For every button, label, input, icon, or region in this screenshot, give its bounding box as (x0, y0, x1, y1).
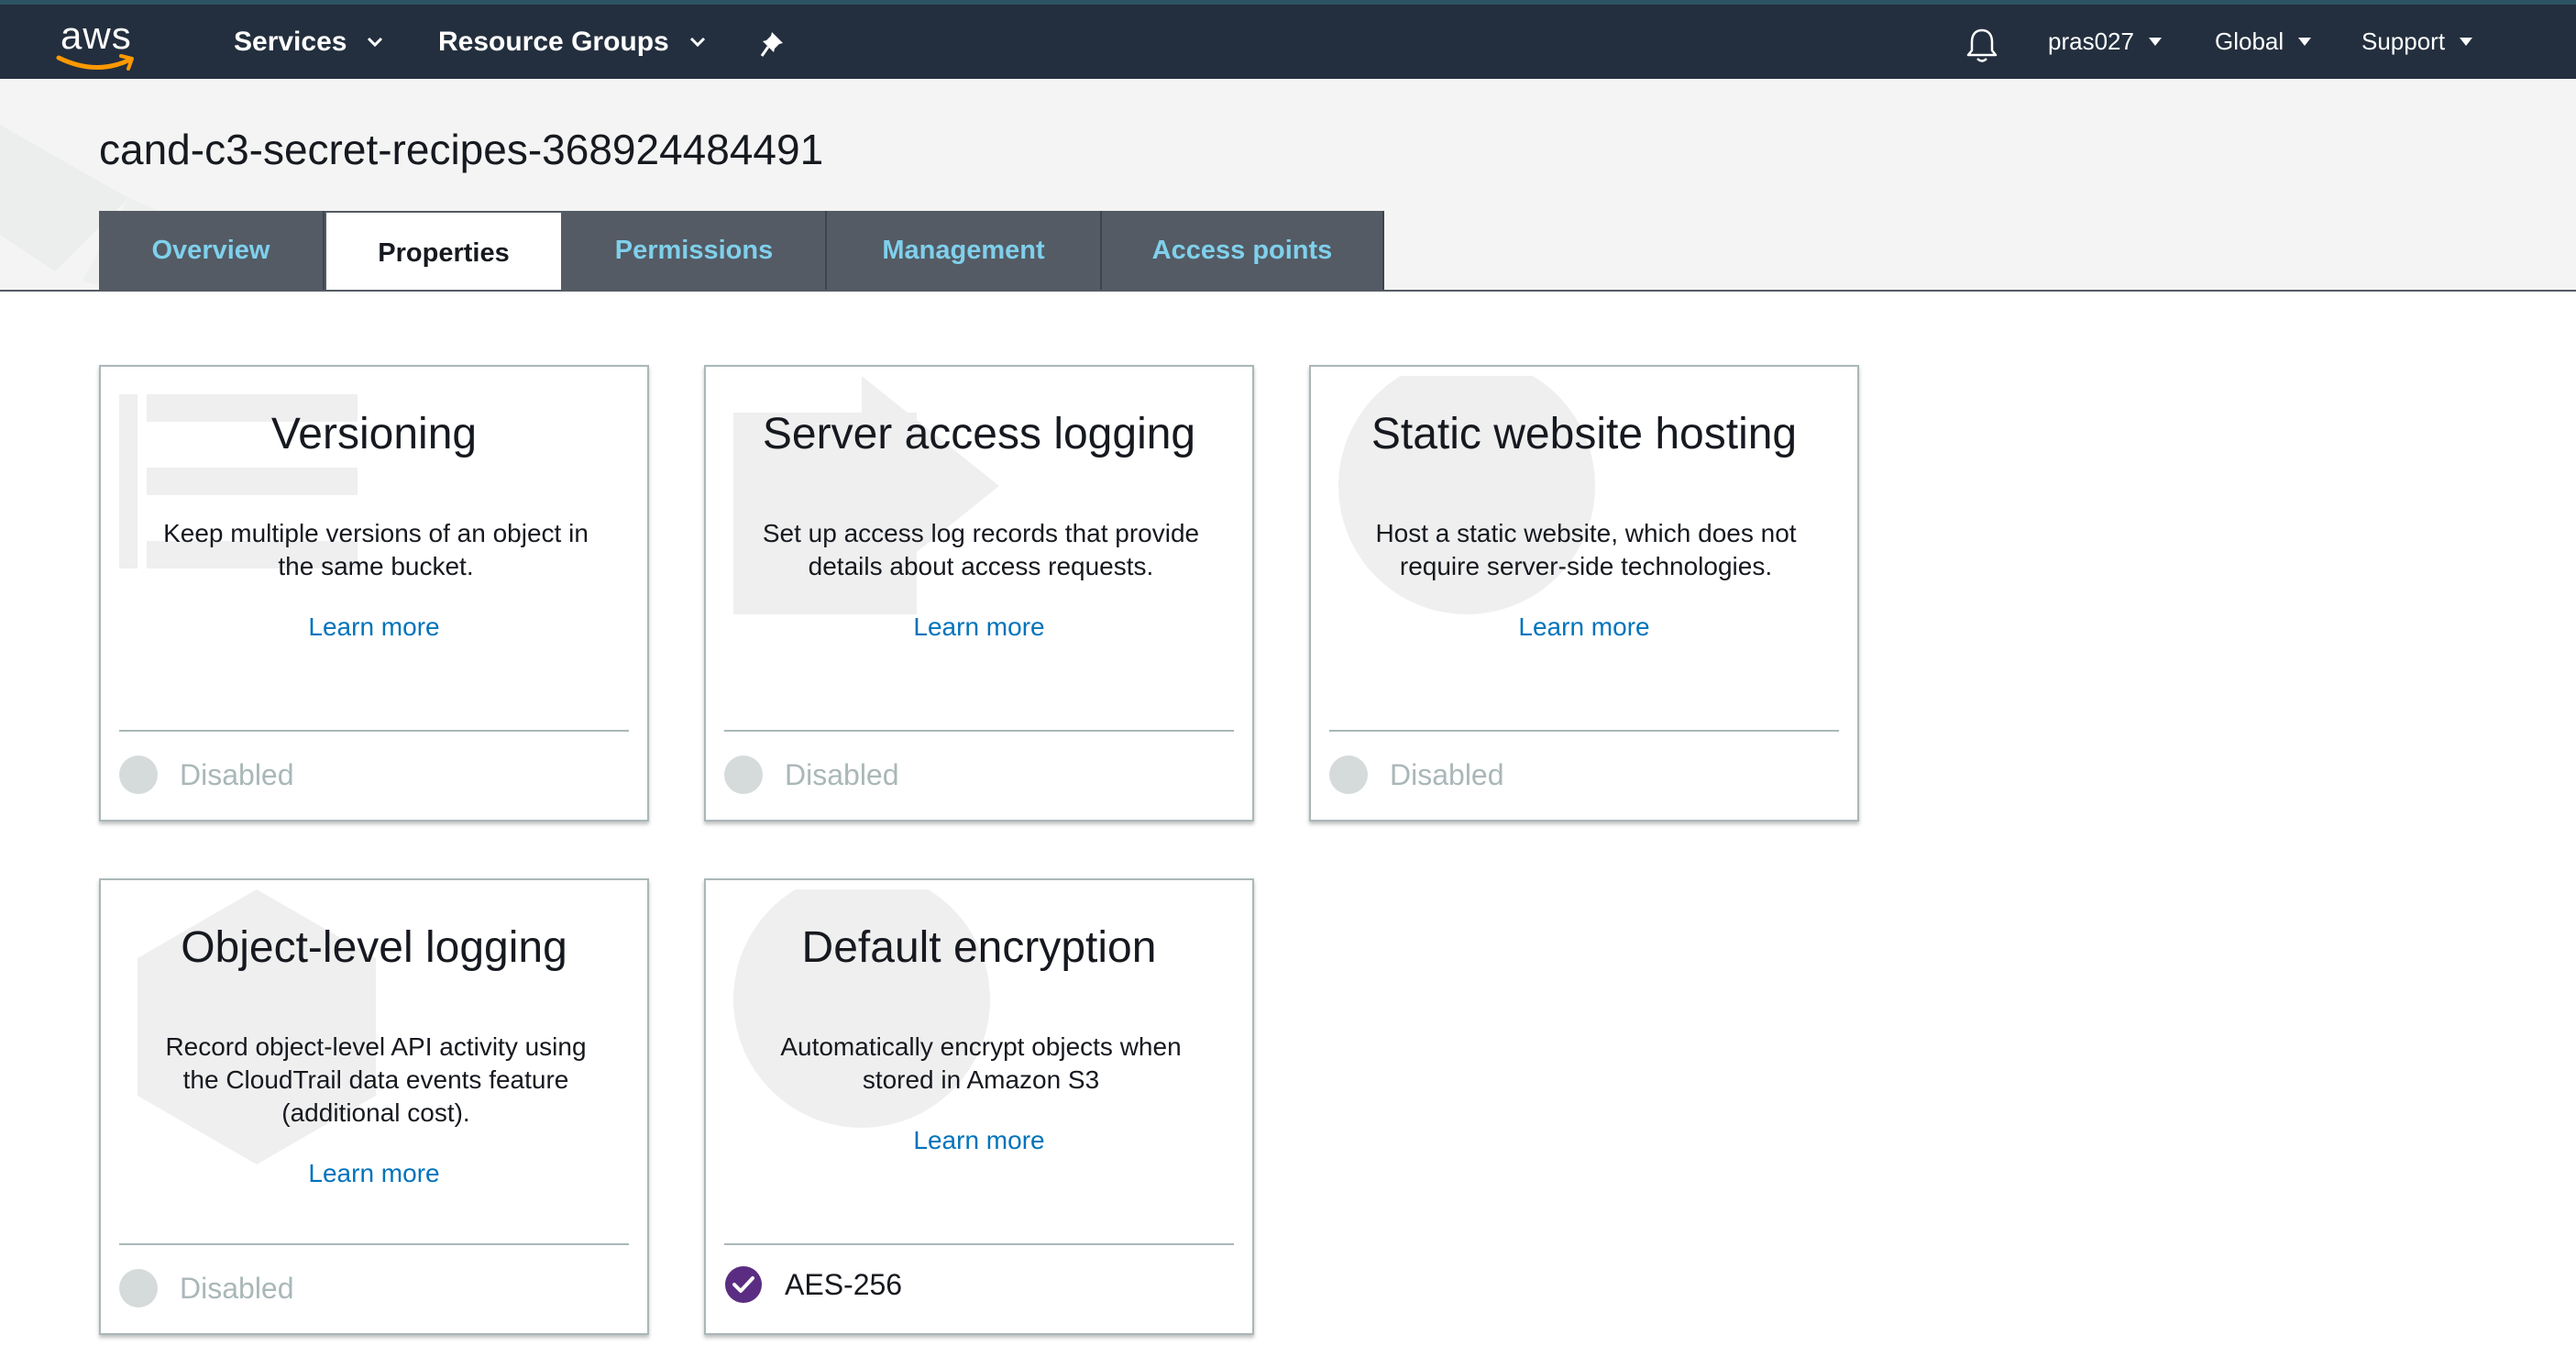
status-disabled-icon (119, 756, 158, 794)
status-text: Disabled (180, 1271, 294, 1305)
tab-permissions[interactable]: Permissions (563, 211, 827, 290)
card-title: Static website hosting (1371, 410, 1798, 458)
tab-access-points[interactable]: Access points (1102, 211, 1384, 290)
tab-overview[interactable]: Overview (99, 211, 325, 290)
card-description: Keep multiple versions of an object in t… (163, 519, 589, 580)
learn-more-link[interactable]: Learn more (706, 1126, 1252, 1155)
card-title: Default encryption (801, 923, 1157, 972)
status-text: Disabled (785, 757, 899, 791)
region-label: Global (2215, 28, 2284, 55)
divider (119, 730, 629, 732)
divider (724, 1243, 1234, 1245)
region-menu[interactable]: Global (2215, 5, 2312, 79)
bell-icon[interactable] (1964, 27, 2000, 65)
status-indicator: Disabled (119, 756, 294, 794)
tab-label: Access points (1151, 235, 1333, 265)
pin-icon[interactable] (759, 28, 792, 61)
chevron-down-icon (689, 37, 705, 47)
learn-more-link[interactable]: Learn more (1311, 612, 1857, 642)
tab-label: Management (882, 235, 1045, 265)
chevron-down-icon (368, 37, 383, 47)
learn-more-link[interactable]: Learn more (101, 1159, 647, 1188)
divider (119, 1243, 629, 1245)
card-description: Record object-level API activity using t… (165, 1032, 587, 1127)
tab-label: Permissions (614, 235, 774, 265)
default-encryption-card[interactable]: Default encryption Automatically encrypt… (704, 878, 1254, 1335)
aws-smile-icon (56, 54, 134, 71)
status-text: Disabled (1390, 757, 1504, 791)
card-description: Host a static website, which does not re… (1375, 519, 1797, 580)
caret-down-icon (2298, 38, 2312, 46)
versioning-card[interactable]: Versioning Keep multiple versions of an … (99, 365, 649, 822)
card-title: Versioning (270, 410, 478, 458)
caret-down-icon (2460, 38, 2473, 46)
learn-more-link[interactable]: Learn more (706, 612, 1252, 642)
status-disabled-icon (724, 756, 763, 794)
status-indicator: Disabled (724, 756, 899, 794)
status-text: Disabled (180, 757, 294, 791)
card-title: Server access logging (762, 410, 1196, 458)
support-menu[interactable]: Support (2361, 5, 2473, 79)
tab-management[interactable]: Management (827, 211, 1102, 290)
card-title: Object-level logging (181, 923, 567, 972)
user-label: pras027 (2048, 28, 2134, 55)
tab-label: Overview (151, 235, 270, 265)
support-label: Support (2361, 28, 2446, 55)
static-website-hosting-card[interactable]: Static website hosting Host a static web… (1309, 365, 1859, 822)
caret-down-icon (2148, 38, 2162, 46)
status-disabled-icon (1329, 756, 1368, 794)
bucket-header: cand-c3-secret-recipes-368924484491 Over… (0, 79, 2576, 292)
aws-logo-text: aws (61, 14, 132, 57)
tab-bar: Overview Properties Permissions Manageme… (99, 211, 1384, 290)
resource-groups-label: Resource Groups (438, 26, 669, 57)
check-circle-icon (725, 1266, 762, 1303)
status-indicator: Disabled (1329, 756, 1504, 794)
divider (1329, 730, 1839, 732)
object-level-logging-card[interactable]: Object-level logging Record object-level… (99, 878, 649, 1335)
divider (724, 730, 1234, 732)
services-menu[interactable]: Services (234, 5, 383, 79)
status-indicator: Disabled (119, 1269, 294, 1307)
server-access-logging-card[interactable]: Server access logging Set up access log … (704, 365, 1254, 822)
status-disabled-icon (119, 1269, 158, 1307)
page-title: cand-c3-secret-recipes-368924484491 (99, 126, 824, 173)
services-label: Services (234, 26, 347, 57)
status-indicator: AES-256 (724, 1265, 902, 1304)
status-text: AES-256 (785, 1267, 903, 1301)
card-description: Automatically encrypt objects when store… (780, 1032, 1182, 1094)
tab-properties[interactable]: Properties (325, 211, 563, 290)
learn-more-link[interactable]: Learn more (101, 612, 647, 642)
aws-logo[interactable]: aws (55, 14, 143, 71)
top-navbar: aws Services Resource Groups pras027 Glo… (0, 0, 2576, 79)
resource-groups-menu[interactable]: Resource Groups (438, 5, 706, 79)
card-description: Set up access log records that provide d… (762, 519, 1200, 580)
tab-label: Properties (378, 237, 510, 268)
user-menu[interactable]: pras027 (2048, 5, 2162, 79)
